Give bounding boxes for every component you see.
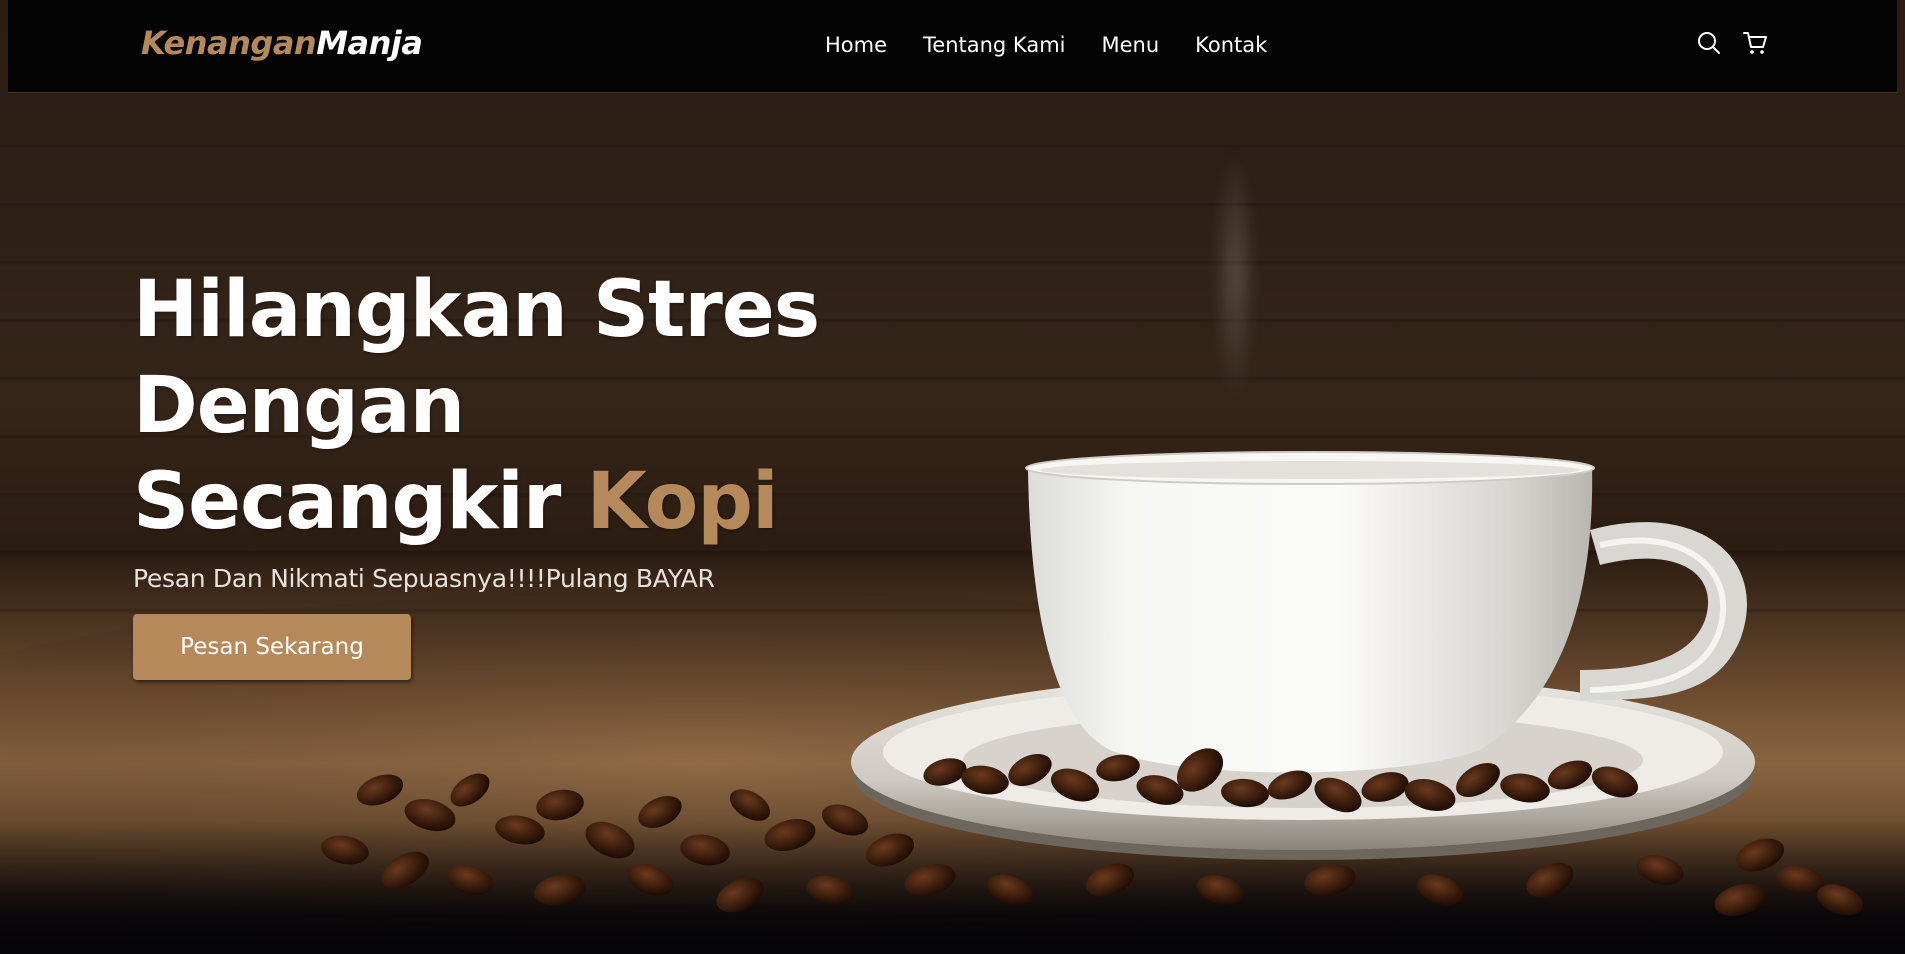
brand-name-part2: Manja [316, 24, 423, 62]
nav-link-menu[interactable]: Menu [1101, 31, 1159, 59]
top-navbar: KenanganManja Home Tentang Kami Menu Kon… [8, 0, 1897, 93]
landing-page: KenanganManja Home Tentang Kami Menu Kon… [0, 0, 1905, 954]
hero-title-line2: Dengan [133, 361, 465, 451]
brand-logo[interactable]: KenanganManja [141, 24, 423, 62]
nav-link-home[interactable]: Home [825, 31, 887, 59]
nav-links: Home Tentang Kami Menu Kontak [825, 31, 1303, 59]
nav-link-tentang-kami[interactable]: Tentang Kami [923, 31, 1065, 59]
hero-title: Hilangkan Stres Dengan Secangkir Kopi [133, 262, 893, 550]
shopping-cart-icon[interactable] [1742, 30, 1768, 56]
search-icon[interactable] [1696, 30, 1722, 56]
brand-name-part1: Kenangan [141, 24, 317, 62]
hero-title-accent: Kopi [586, 457, 779, 547]
nav-icons [1696, 30, 1768, 56]
nav-link-kontak[interactable]: Kontak [1195, 31, 1267, 59]
hero-subtitle: Pesan Dan Nikmati Sepuasnya!!!!Pulang BA… [133, 564, 715, 593]
hero-section: Hilangkan Stres Dengan Secangkir Kopi Pe… [133, 262, 893, 680]
order-now-button[interactable]: Pesan Sekarang [133, 614, 411, 680]
hero-title-line3: Secangkir [133, 457, 587, 547]
hero-title-line1: Hilangkan Stres [133, 265, 820, 355]
